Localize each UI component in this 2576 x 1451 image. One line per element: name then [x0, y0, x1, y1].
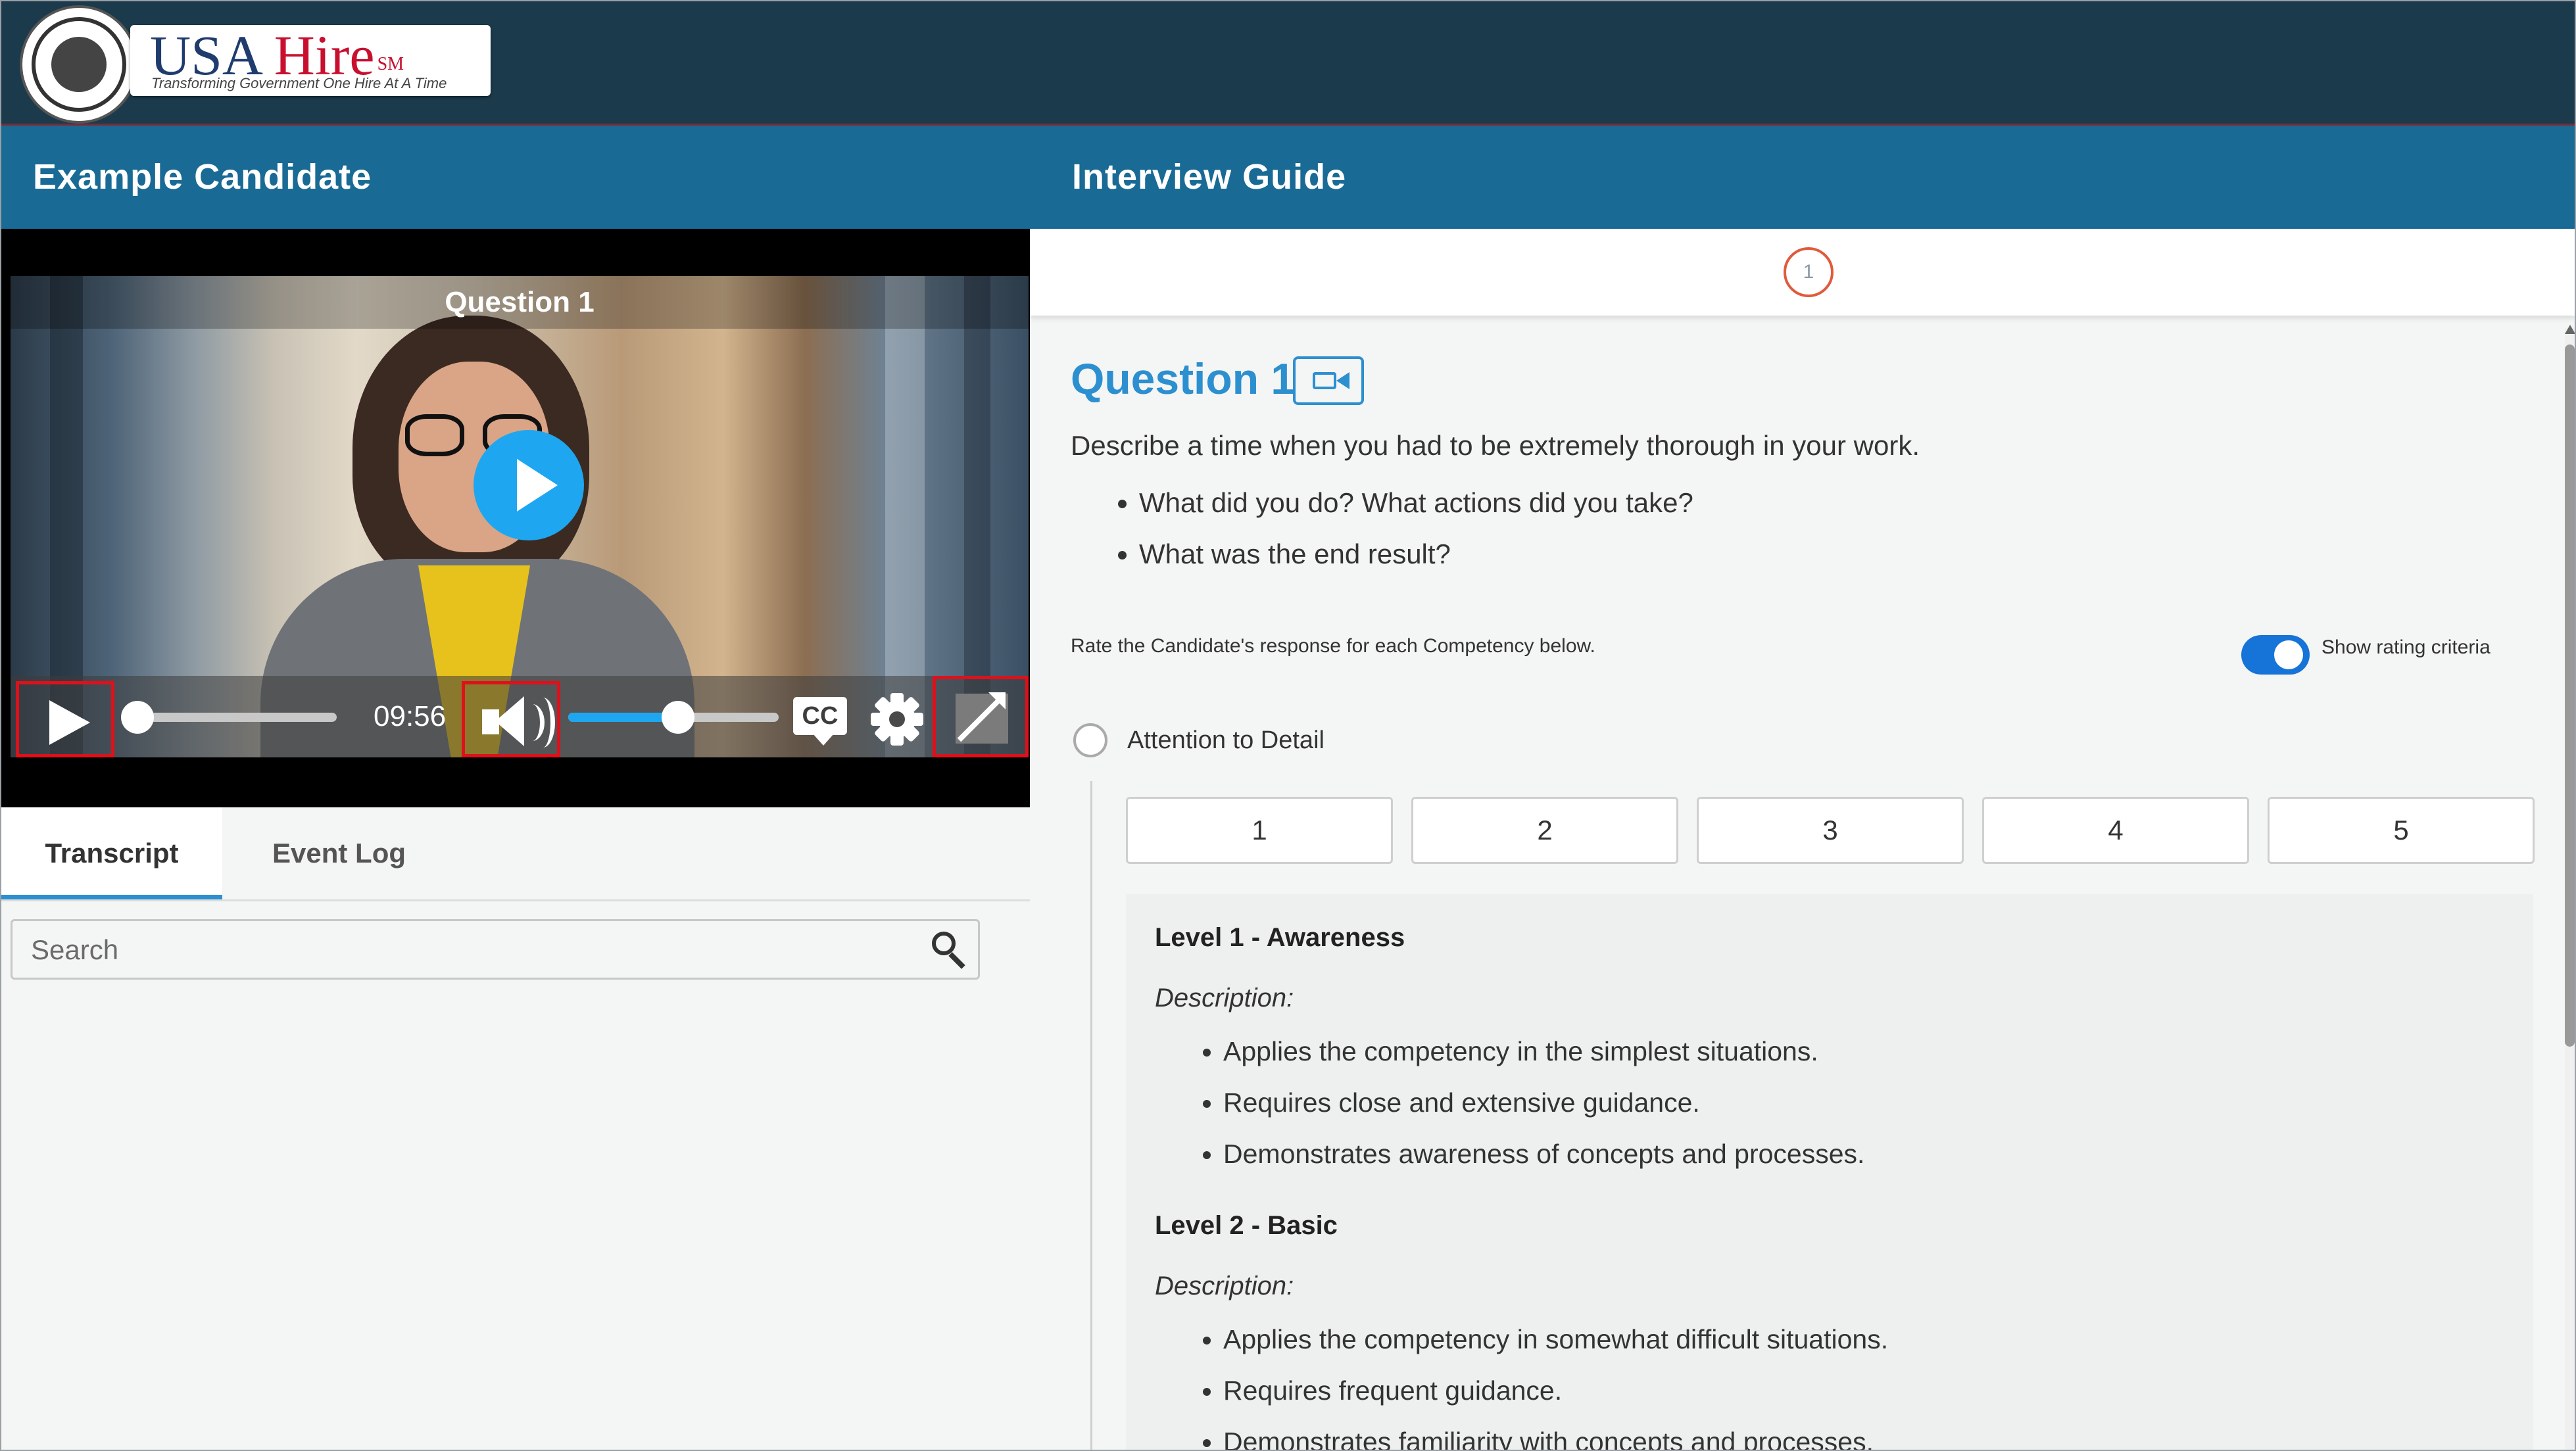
volume-icon[interactable] — [462, 681, 560, 757]
rating-button-4[interactable]: 4 — [1982, 797, 2249, 864]
usa-hire-logo[interactable]: USA Hire SM Transforming Government One H… — [130, 24, 491, 96]
play-icon[interactable] — [16, 681, 114, 757]
toggle-label: Show rating criteria — [2321, 636, 2491, 658]
question-text: Describe a time when you had to be extre… — [1071, 430, 1920, 461]
tab-bar: Transcript Event Log — [1, 807, 1030, 901]
rating-button-1[interactable]: 1 — [1126, 797, 1393, 864]
seek-handle[interactable] — [121, 701, 154, 734]
video-player: Question 1 09:56 CC — [1, 229, 1030, 807]
big-play-icon[interactable] — [474, 430, 584, 540]
top-bar: USA Hire SM Transforming Government One H… — [1, 1, 2575, 126]
competency-radio[interactable] — [1073, 723, 1107, 757]
volume-handle[interactable] — [662, 701, 694, 734]
list-item: Demonstrates familiarity with concepts a… — [1223, 1424, 1888, 1450]
popout-icon[interactable] — [933, 676, 1029, 757]
transcript-panel — [1, 901, 1030, 1450]
scrollbar-thumb[interactable] — [2565, 345, 2575, 1047]
logo-service-mark: SM — [377, 54, 404, 74]
search-box — [11, 919, 980, 980]
rating-button-2[interactable]: 2 — [1411, 797, 1678, 864]
interview-guide-panel: 1 Question 1 Describe a time when you ha… — [1030, 229, 2575, 1450]
criteria-list: Applies the competency in the simplest s… — [1155, 1034, 1864, 1187]
video-camera-icon[interactable] — [1293, 356, 1364, 405]
list-item: Requires close and extensive guidance. — [1223, 1085, 1864, 1136]
gear-icon[interactable] — [871, 693, 923, 746]
opm-seal-logo — [20, 5, 138, 124]
list-item: Demonstrates awareness of concepts and p… — [1223, 1136, 1864, 1187]
question-stepper: 1 — [1030, 229, 2575, 316]
step-indicator[interactable]: 1 — [1784, 247, 1834, 297]
list-item: What was the end result? — [1139, 536, 1693, 588]
list-item: Requires frequent guidance. — [1223, 1373, 1888, 1424]
cc-icon-tail — [813, 734, 834, 746]
description-label: Description: — [1155, 1272, 1294, 1300]
prompt-list: What did you do? What actions did you ta… — [1071, 485, 1693, 588]
video-title: Question 1 — [11, 276, 1029, 329]
rating-button-3[interactable]: 3 — [1697, 797, 1964, 864]
list-item: Applies the competency in the simplest s… — [1223, 1034, 1864, 1085]
search-input[interactable] — [30, 928, 887, 972]
logo-tagline: Transforming Government One Hire At A Ti… — [151, 75, 447, 91]
level-title: Level 2 - Basic — [1155, 1211, 1338, 1240]
time-display: 09:56 — [374, 700, 447, 732]
tab-event-log[interactable]: Event Log — [272, 807, 406, 899]
competency-label: Attention to Detail — [1127, 726, 1324, 754]
app-window: USA Hire SM Transforming Government One H… — [0, 0, 2576, 1451]
candidate-header: Example Candidate — [1, 126, 1030, 229]
list-item: Applies the competency in somewhat diffi… — [1223, 1321, 1888, 1373]
show-rating-criteria-toggle[interactable] — [2241, 635, 2310, 675]
criteria-list: Applies the competency in somewhat diffi… — [1155, 1321, 1888, 1450]
list-item: What did you do? What actions did you ta… — [1139, 485, 1693, 536]
cc-icon[interactable]: CC — [793, 697, 847, 735]
video-controls: 09:56 CC — [11, 676, 1029, 757]
interview-guide-header: Interview Guide — [1030, 126, 2575, 229]
search-icon[interactable] — [931, 930, 970, 970]
rating-criteria-panel: Level 1 - Awareness Description: Applies… — [1126, 894, 2533, 1450]
seek-bar[interactable] — [139, 713, 337, 722]
description-label: Description: — [1155, 984, 1294, 1012]
rate-instruction: Rate the Candidate's response for each C… — [1071, 635, 1595, 657]
question-title: Question 1 — [1071, 354, 1296, 403]
rating-button-5[interactable]: 5 — [2268, 797, 2535, 864]
scroll-up-arrow-icon[interactable] — [2565, 325, 2575, 334]
tab-transcript[interactable]: Transcript — [1, 807, 222, 899]
divider — [1090, 781, 1092, 1450]
level-title: Level 1 - Awareness — [1155, 923, 1405, 952]
